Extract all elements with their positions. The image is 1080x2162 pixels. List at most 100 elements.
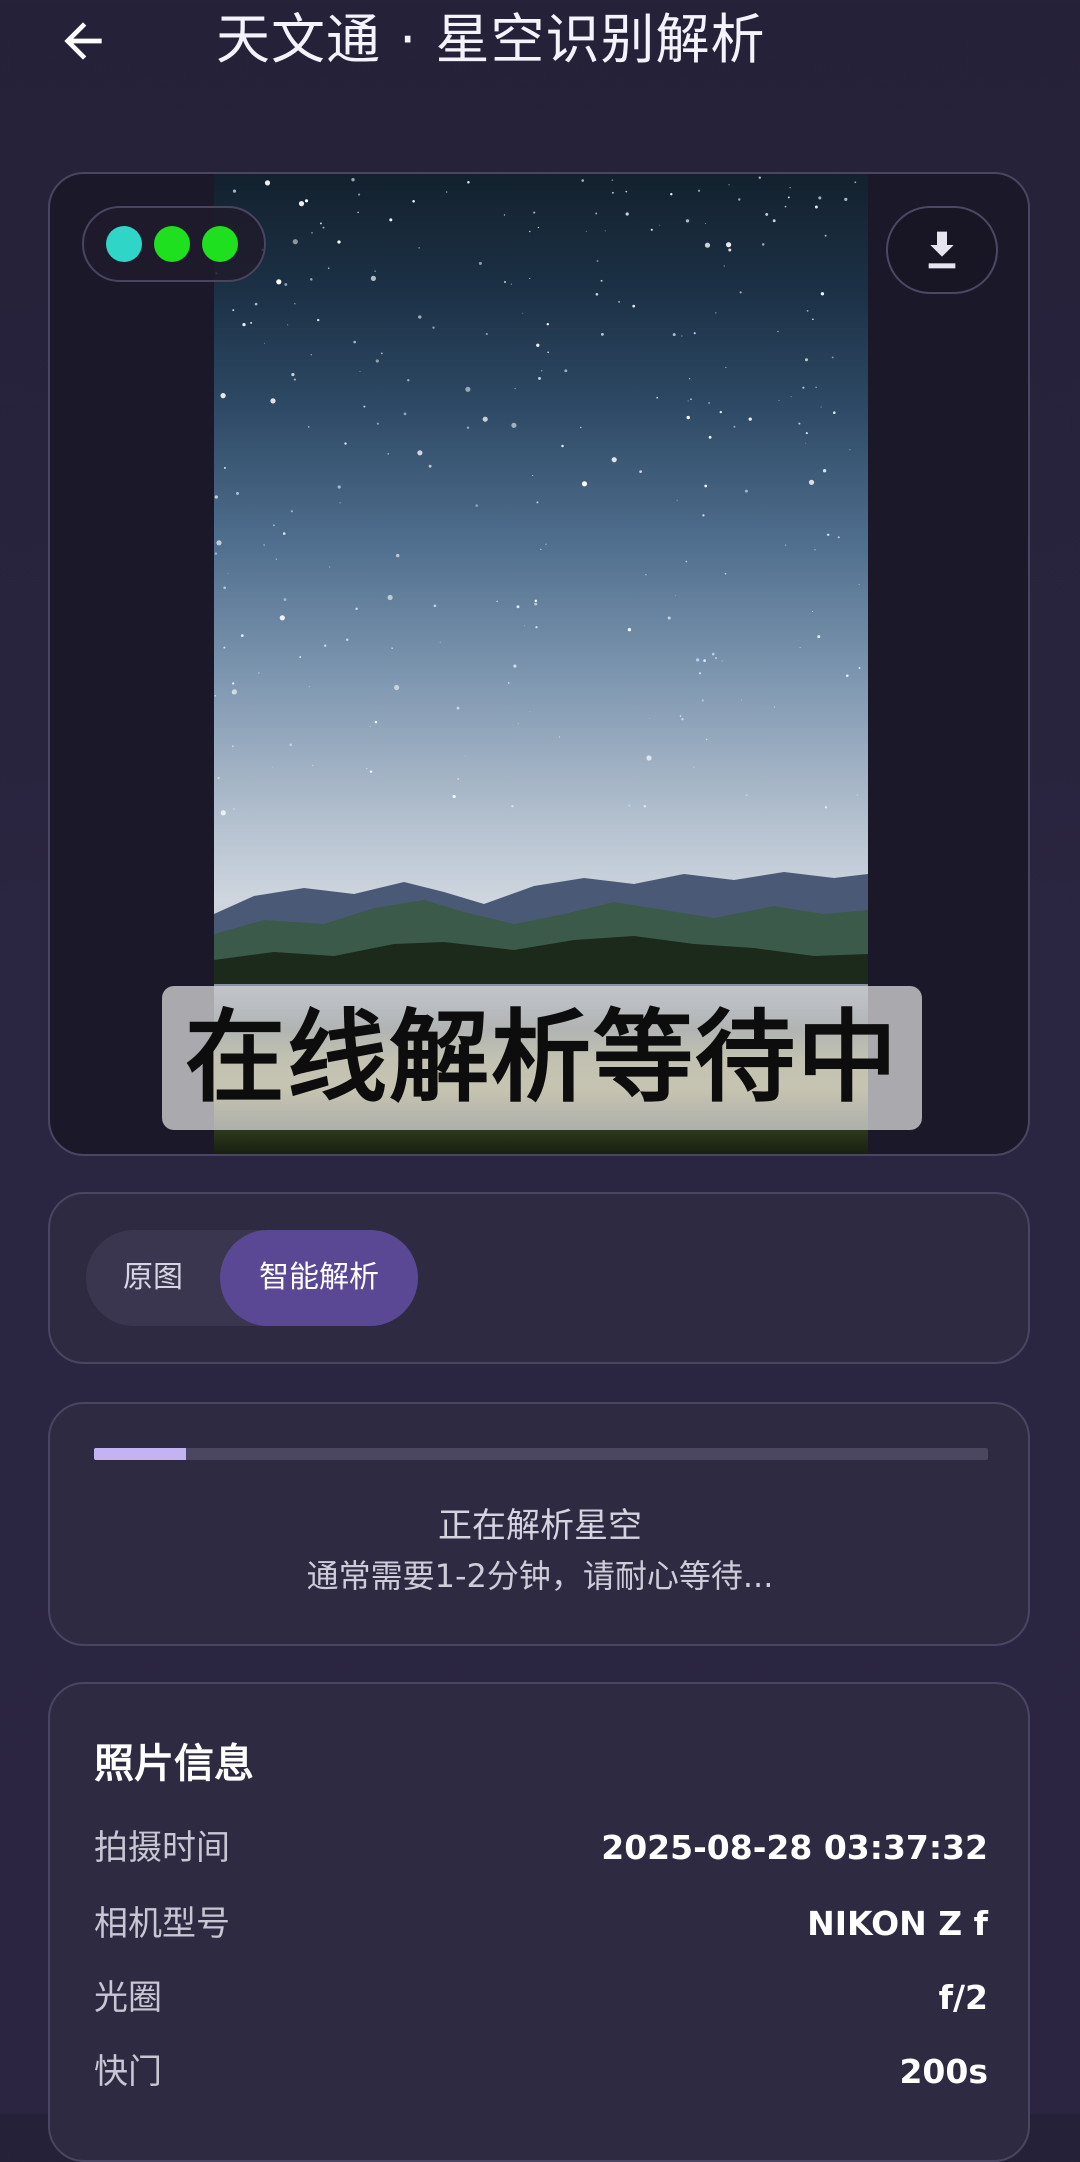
star [831,356,834,359]
star [536,343,540,347]
star [704,242,711,248]
star [232,682,235,685]
star [787,196,790,199]
star [510,283,512,285]
star [685,219,690,223]
star [264,180,271,186]
star [375,359,379,363]
star [685,560,688,563]
star [540,548,542,550]
star [726,242,732,248]
star [254,302,258,306]
star [514,388,516,390]
star [529,277,531,279]
status-dot [154,226,190,262]
info-label: 相机型号 [94,1904,230,1944]
star [693,766,695,768]
star [832,411,836,415]
star [217,776,220,780]
star [728,184,730,186]
back-button[interactable] [50,8,116,74]
tab-original[interactable]: 原图 [86,1230,220,1326]
star [369,770,373,773]
star [546,323,549,326]
star [319,222,322,225]
progress-fill [94,1448,187,1460]
star [223,646,226,649]
star [327,267,330,269]
star [353,340,356,344]
star [798,422,801,425]
star [475,504,478,507]
star [688,378,691,380]
status-dots [82,206,266,282]
star [708,435,712,439]
star [220,393,226,399]
status-dot [202,226,238,262]
star [529,230,531,233]
star [777,330,779,333]
star [687,400,689,402]
star [741,699,743,701]
star [337,240,341,244]
star [844,197,848,202]
star [581,179,584,182]
star [298,201,305,207]
star [282,532,286,535]
star [656,396,658,399]
star [679,715,682,717]
star [849,449,851,451]
star [536,501,539,504]
star [705,738,708,741]
star [452,794,456,799]
star [376,422,379,425]
star [522,312,524,314]
star [216,540,222,546]
star [534,602,538,606]
star [712,652,715,656]
star [744,489,748,493]
star [802,386,805,389]
download-icon [928,231,956,269]
star [276,279,282,285]
star [697,189,701,192]
star [337,485,341,489]
star [643,804,647,808]
star [503,280,507,284]
tab-smart-analysis[interactable]: 智能解析 [220,1230,418,1326]
star [772,219,776,223]
star [820,406,822,408]
image-preview-card: 在线解析等待中 [48,172,1030,1156]
star [485,332,488,336]
star [214,495,218,499]
star [817,635,821,639]
photo-info-card: 照片信息 拍摄时间 2025-08-28 03:37:32 相机型号 NIKON… [48,1682,1030,2162]
star [439,641,441,643]
star [580,426,582,429]
star [725,366,727,368]
star [822,469,827,473]
analysis-progress-card: 正在解析星空 通常需要1-2分钟，请耐心等待... [48,1402,1030,1646]
star [773,706,776,708]
star [639,470,642,473]
star [516,605,520,609]
view-mode-toggle: 原图 智能解析 [86,1230,418,1326]
star [287,324,289,326]
star [545,543,547,546]
star [270,398,276,404]
star [765,212,769,216]
star [482,416,488,422]
arrow-left-icon [64,22,102,60]
analysis-waiting-banner: 在线解析等待中 [162,986,922,1130]
star [858,584,860,586]
star [650,228,653,231]
star [465,386,471,392]
star [826,533,830,537]
star [220,810,226,816]
download-button[interactable] [886,206,998,294]
star [358,193,361,196]
star [785,544,787,546]
star [294,303,296,305]
star [369,726,371,727]
star [466,426,470,429]
